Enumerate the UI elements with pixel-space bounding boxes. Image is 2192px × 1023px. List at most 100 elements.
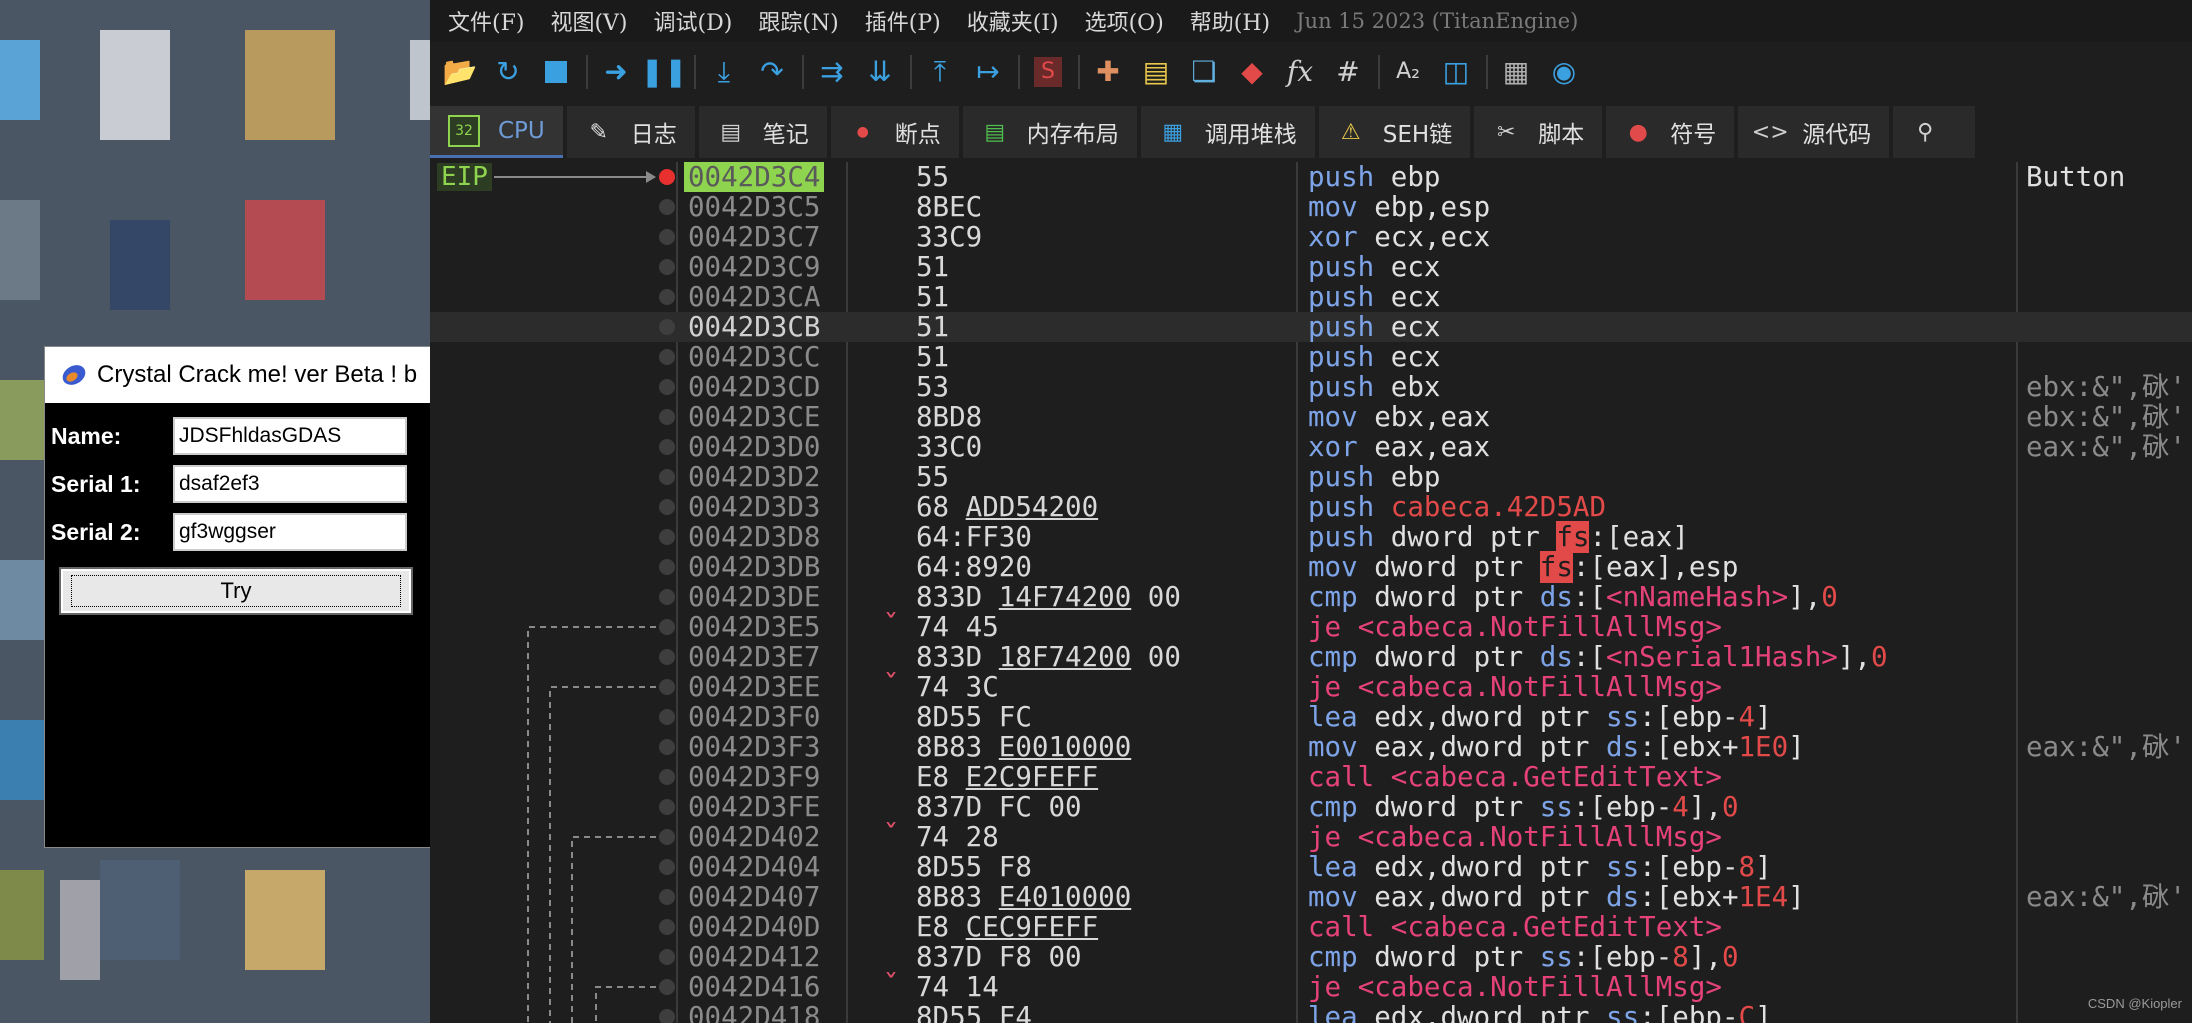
serial1-input[interactable] (173, 465, 407, 503)
tab-item[interactable]: ● 符号 (1606, 106, 1735, 158)
breakpoint-slot[interactable] (659, 649, 675, 665)
breakpoint-slot[interactable] (659, 859, 675, 875)
stop-icon[interactable] (538, 54, 574, 90)
disasm-row[interactable]: 0042D3FE 837D FC 00 cmp dword ptr ss:[ebp-… (430, 792, 2192, 822)
menu-item[interactable]: 调试(D) (654, 5, 733, 37)
tab-item[interactable]: <> 源代码 (1738, 106, 1890, 158)
breakpoint-slot[interactable] (659, 829, 675, 845)
breakpoint-slot[interactable] (659, 319, 675, 335)
disasm-row[interactable]: 0042D3C7 33C9 xor ecx,ecx (430, 222, 2192, 252)
tab-item[interactable]: ✂ 脚本 (1474, 106, 1603, 158)
comment-icon[interactable]: ▤ (1138, 54, 1174, 90)
disasm-row[interactable]: 0042D3DE 833D 14F74200 00 cmp dword ptr ds… (430, 582, 2192, 612)
breakpoint-slot[interactable] (659, 409, 675, 425)
bookmark-icon[interactable]: ◆ (1234, 54, 1270, 90)
restart-icon[interactable]: ↻ (490, 54, 526, 90)
serial2-input[interactable] (173, 513, 407, 551)
disasm-row[interactable]: 0042D416 ˇ 74 14 je <cabeca.NotFillAllMsg> (430, 972, 2192, 1002)
breakpoint-slot[interactable] (659, 889, 675, 905)
breakpoint-slot[interactable] (659, 559, 675, 575)
menu-item[interactable]: 插件(P) (865, 5, 941, 37)
disasm-row[interactable]: 0042D3D3 68 ADD54200 push cabeca.42D5AD (430, 492, 2192, 522)
name-input[interactable] (173, 417, 407, 455)
tab-item[interactable]: ▤ 内存布局 (962, 106, 1137, 158)
disasm-row[interactable]: 0042D3D8 64:FF30 push dword ptr fs:[eax] (430, 521, 2192, 553)
disasm-row[interactable]: 0042D412 837D F8 00 cmp dword ptr ss:[ebp-… (430, 942, 2192, 972)
disasm-row[interactable]: 0042D3CC 51 push ecx (430, 342, 2192, 372)
crackme-titlebar[interactable]: Crystal Crack me! ver Beta ! b (45, 347, 431, 403)
breakpoint-slot[interactable] (659, 499, 675, 515)
menu-item[interactable]: 视图(V) (550, 5, 627, 37)
step-into-icon[interactable]: ⤓ (706, 54, 742, 90)
disasm-row[interactable]: 0042D407 8B83 E4010000 mov eax,dword ptr d… (430, 882, 2192, 912)
breakpoint-slot[interactable] (659, 469, 675, 485)
breakpoint-slot[interactable] (659, 589, 675, 605)
globe-icon[interactable]: ◉ (1546, 54, 1582, 90)
breakpoint-slot[interactable] (659, 229, 675, 245)
disasm-row[interactable]: 0042D3F9 E8 E2C9FEFF call <cabeca.GetEditT… (430, 762, 2192, 792)
disasm-row[interactable]: 0042D3EE ˇ 74 3C je <cabeca.NotFillAllMsg> (430, 672, 2192, 702)
hash-icon[interactable]: # (1330, 54, 1366, 90)
run-to-user-code-icon[interactable]: ↦ (970, 54, 1006, 90)
disasm-row[interactable]: 0042D3D0 33C0 xor eax,eax eax:&",砯' (430, 432, 2192, 462)
breakpoint-slot[interactable] (659, 949, 675, 965)
disasm-row[interactable]: 0042D3CA 51 push ecx (430, 282, 2192, 312)
disasm-row[interactable]: 0042D40D E8 CEC9FEFF call <cabeca.GetEditT… (430, 912, 2192, 942)
breakpoint-slot[interactable] (659, 709, 675, 725)
trace-over-icon[interactable]: ⇊ (862, 54, 898, 90)
breakpoint-slot[interactable] (659, 619, 675, 635)
menu-item[interactable]: 选项(O) (1085, 5, 1164, 37)
run-icon[interactable]: ➜ (598, 54, 634, 90)
breakpoint-slot[interactable] (659, 289, 675, 305)
try-button[interactable]: Try (59, 567, 413, 615)
strings-icon[interactable]: A₂ (1390, 54, 1426, 90)
breakpoint-slot[interactable] (659, 799, 675, 815)
disasm-row[interactable]: 0042D3C5 8BEC mov ebp,esp (430, 192, 2192, 222)
disasm-row[interactable]: 0042D3C9 51 push ecx (430, 252, 2192, 282)
disasm-row[interactable]: 0042D3F0 8D55 FC lea edx,dword ptr ss:[ebp… (430, 702, 2192, 732)
disasm-row[interactable]: 0042D3E5 ˇ 74 45 je <cabeca.NotFillAllMsg> (430, 612, 2192, 642)
pause-icon[interactable]: ❚❚ (641, 54, 688, 90)
disasm-row[interactable]: 0042D3D2 55 push ebp (430, 462, 2192, 492)
breakpoint-icon[interactable] (659, 169, 675, 185)
disasm-row[interactable]: 0042D418 8D55 F4 lea edx,dword ptr ss:[ebp… (430, 1002, 2192, 1023)
disasm-row[interactable]: 0042D3C4 55 push ebp Button (430, 162, 2192, 192)
label-icon[interactable]: ❏ (1186, 54, 1222, 90)
menu-item[interactable]: 跟踪(N) (758, 5, 838, 37)
disasm-row[interactable]: 0042D3F3 8B83 E0010000 mov eax,dword ptr d… (430, 732, 2192, 762)
menu-item[interactable]: 文件(F) (448, 5, 524, 37)
scylla-icon[interactable]: S (1030, 54, 1066, 90)
calculator-icon[interactable]: ▦ (1498, 54, 1534, 90)
breakpoint-slot[interactable] (659, 679, 675, 695)
trace-into-icon[interactable]: ⇉ (814, 54, 850, 90)
search-tab[interactable]: ⚲ (1893, 106, 1976, 158)
tab-item[interactable]: ● 断点 (830, 106, 959, 158)
breakpoint-slot[interactable] (659, 259, 675, 275)
function-icon[interactable]: fx (1282, 54, 1318, 90)
tab-item[interactable]: ✎ 日志 (566, 106, 695, 158)
disasm-row[interactable]: 0042D3CB 51 push ecx (430, 312, 2192, 342)
disasm-row[interactable]: 0042D3E7 833D 18F74200 00 cmp dword ptr ds… (430, 642, 2192, 672)
menu-item[interactable]: 收藏夹(I) (967, 5, 1059, 37)
execute-till-return-icon[interactable]: ⤒ (922, 54, 958, 90)
disasm-row[interactable]: 0042D404 8D55 F8 lea edx,dword ptr ss:[ebp… (430, 852, 2192, 882)
tab-item[interactable]: ▤ 笔记 (698, 106, 827, 158)
tab-item[interactable]: ▦ 调用堆栈 (1140, 106, 1315, 158)
breakpoint-slot[interactable] (659, 439, 675, 455)
tab-cpu[interactable]: 32 CPU (430, 106, 563, 158)
breakpoint-slot[interactable] (659, 919, 675, 935)
disassembly-view[interactable]: 0042D3C4 55 push ebp Button 0042D3C5 8BEC mov … (430, 162, 2192, 1023)
patch-icon[interactable]: ✚ (1090, 54, 1126, 90)
breakpoint-slot[interactable] (659, 379, 675, 395)
disasm-row[interactable]: 0042D3CD 53 push ebx ebx:&",砯' (430, 372, 2192, 402)
step-over-icon[interactable]: ↷ (754, 54, 790, 90)
tab-item[interactable]: ⚠ SEH链 (1318, 106, 1471, 158)
disasm-row[interactable]: 0042D3CE 8BD8 mov ebx,eax ebx:&",砯' (430, 402, 2192, 432)
breakpoint-slot[interactable] (659, 739, 675, 755)
breakpoint-slot[interactable] (659, 349, 675, 365)
memory-icon[interactable]: ◫ (1438, 54, 1474, 90)
breakpoint-slot[interactable] (659, 199, 675, 215)
breakpoint-slot[interactable] (659, 979, 675, 995)
menu-item[interactable]: 帮助(H) (1190, 5, 1270, 37)
disasm-row[interactable]: 0042D402 ˇ 74 28 je <cabeca.NotFillAllMsg> (430, 822, 2192, 852)
